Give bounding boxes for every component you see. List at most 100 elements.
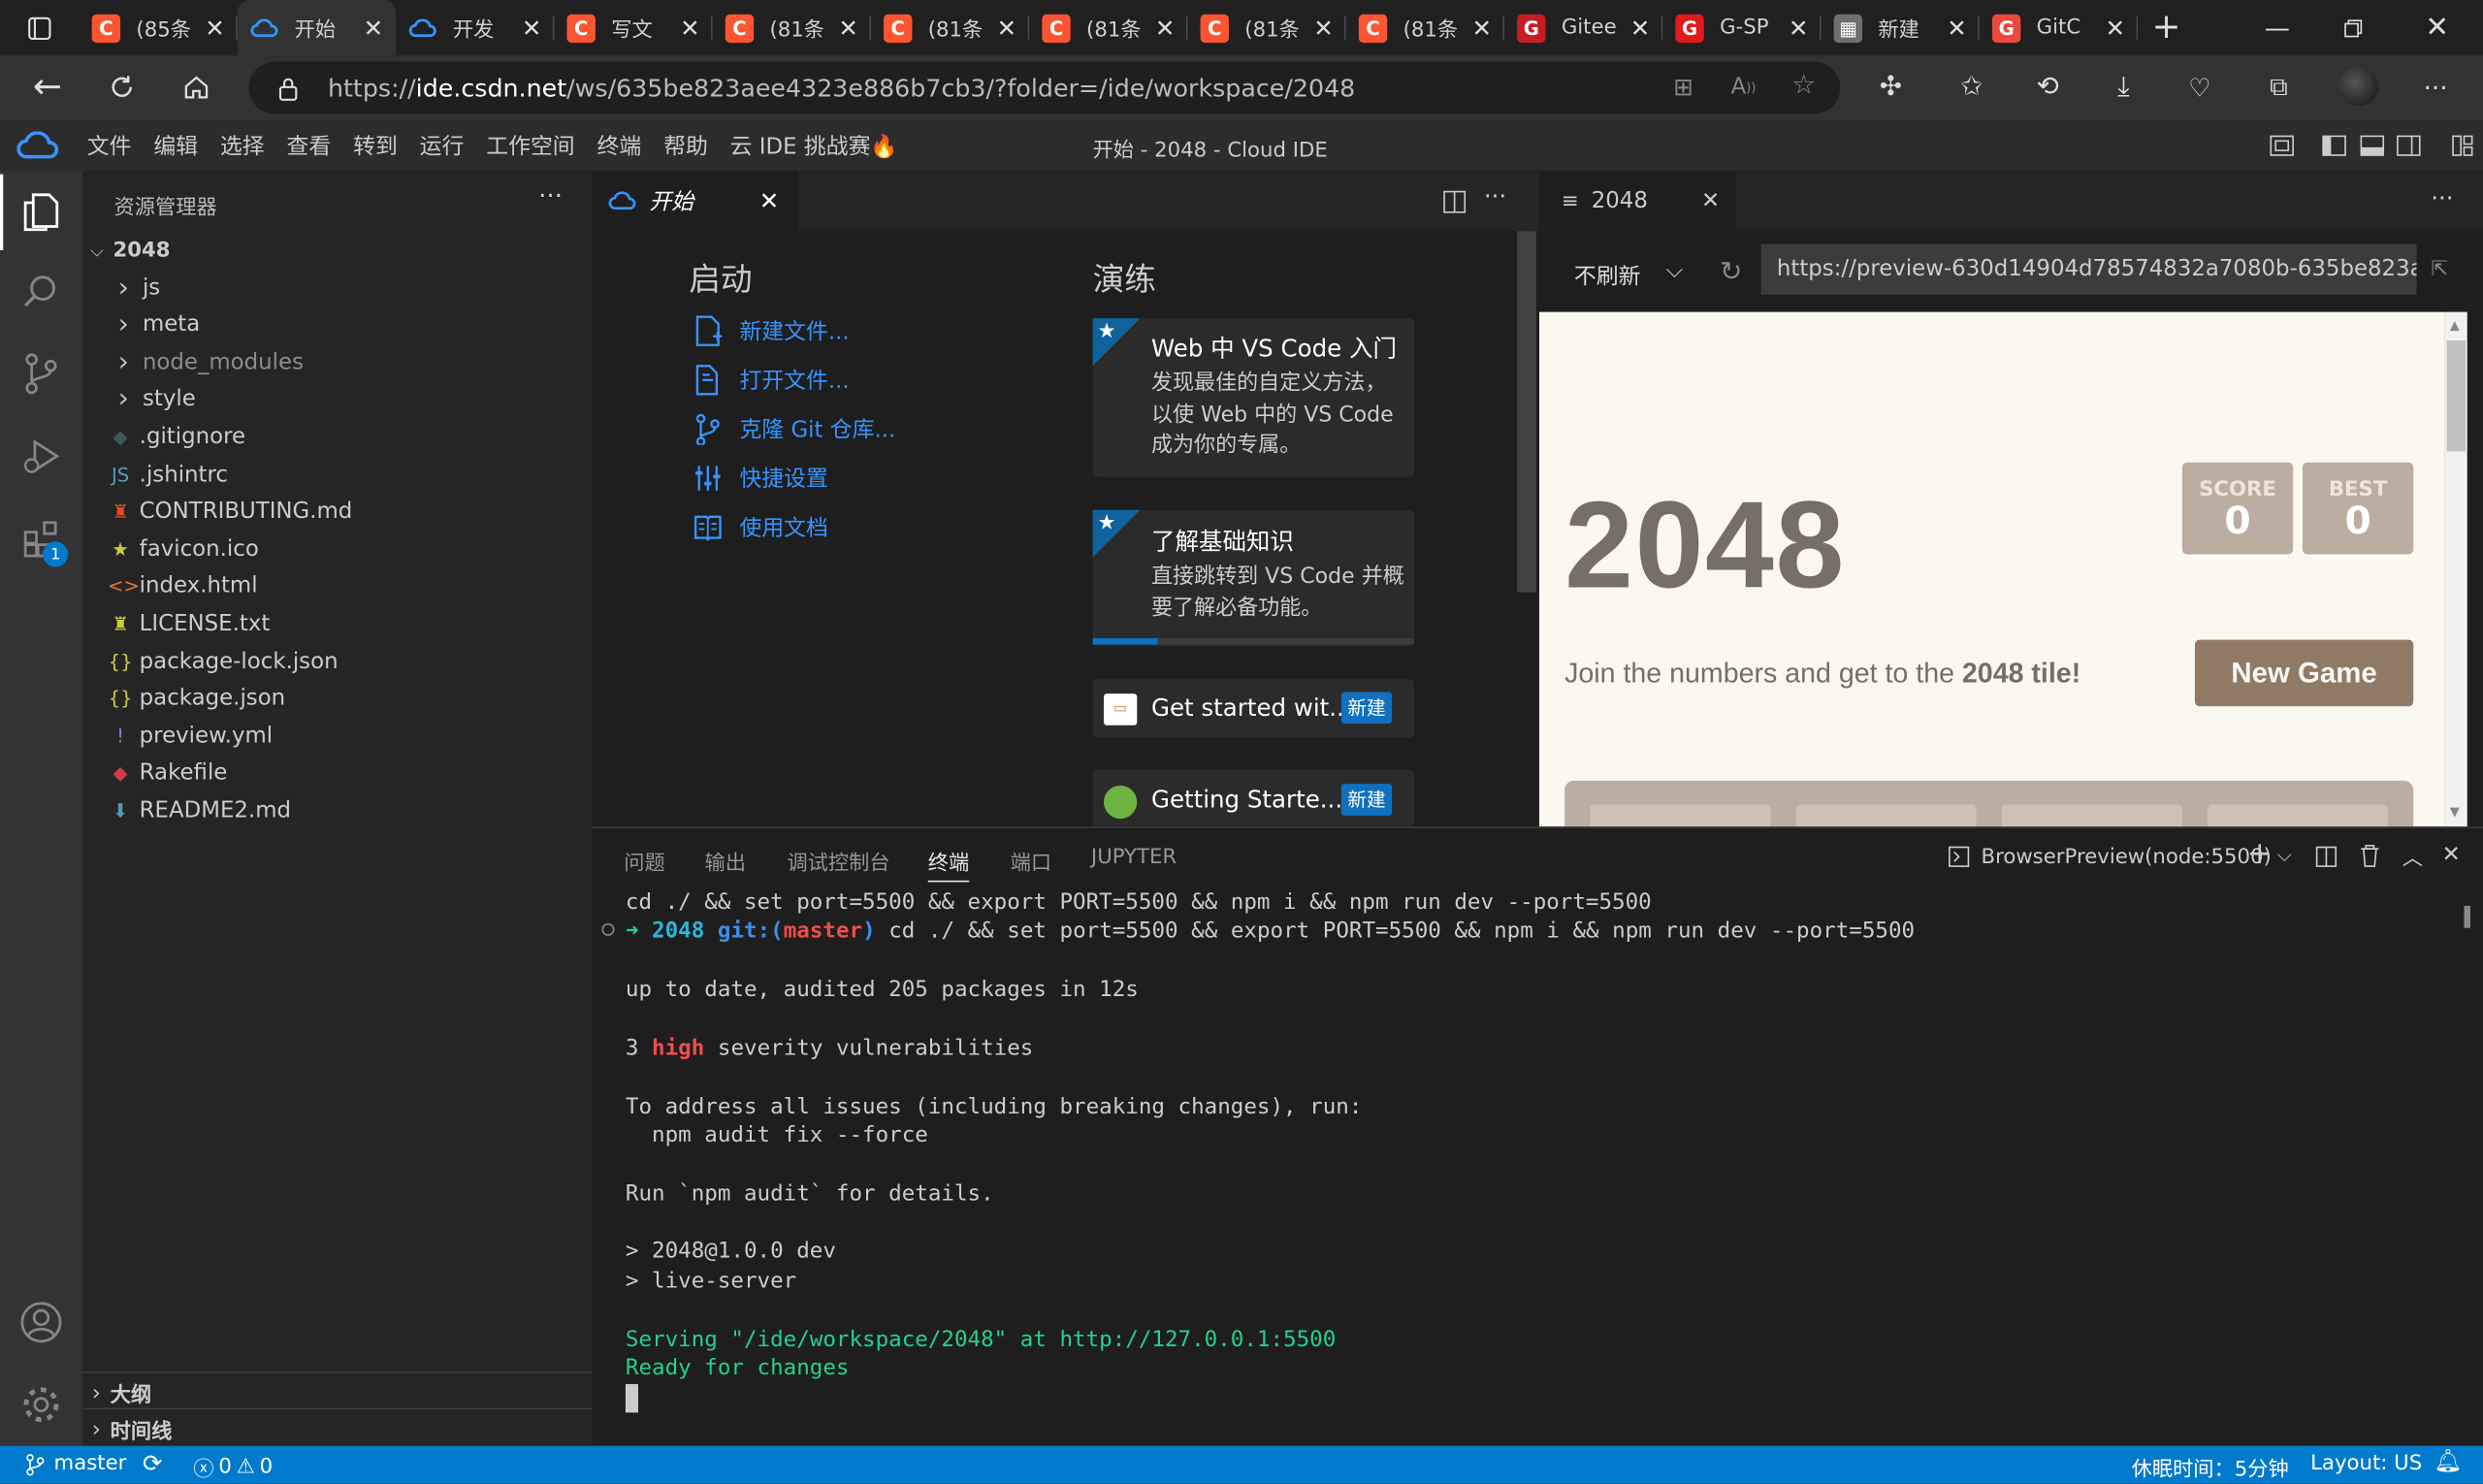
terminal-cursor[interactable] xyxy=(625,1383,638,1413)
browser-tab[interactable]: G GitC ✕ xyxy=(1980,0,2139,55)
browser-tab[interactable]: 开发 ✕ xyxy=(396,0,555,55)
refresh-mode-select[interactable]: 不刷新 xyxy=(1574,260,1641,292)
run-debug-icon[interactable] xyxy=(0,418,82,494)
performance-icon[interactable]: ♡ xyxy=(2182,70,2217,105)
tab-welcome[interactable]: 开始 ✕ xyxy=(592,171,798,232)
browser-tab[interactable]: C (81条 ✕ xyxy=(1188,0,1346,55)
explorer-more-icon[interactable]: ··· xyxy=(538,180,563,210)
trash-icon[interactable] xyxy=(2356,843,2381,868)
close-tab-icon[interactable]: ✕ xyxy=(1313,14,1334,42)
chevron-down-icon[interactable]: ⌵ xyxy=(1666,258,1683,283)
scroll-thumb[interactable] xyxy=(2446,340,2467,452)
file-tree-item[interactable]: › meta xyxy=(82,306,593,343)
file-tree-item[interactable]: › style xyxy=(82,381,593,418)
extensions-icon[interactable]: 1 xyxy=(0,500,82,576)
scroll-up-icon[interactable]: ▲ xyxy=(2450,318,2460,333)
source-control-icon[interactable] xyxy=(0,336,82,411)
problems-indicator[interactable]: ⓧ 0 ⚠ 0 xyxy=(193,1452,273,1482)
close-tab-icon[interactable]: ✕ xyxy=(838,14,858,42)
panel-tab[interactable]: 调试控制台 xyxy=(787,846,889,875)
chevron-down-icon[interactable]: ⌵ xyxy=(2277,844,2292,867)
panel-tab[interactable]: 输出 xyxy=(705,846,746,875)
browser-tab[interactable]: C (81条 ✕ xyxy=(713,0,871,55)
close-tab-icon[interactable]: ✕ xyxy=(1701,188,1720,213)
split-terminal-icon[interactable] xyxy=(2313,844,2338,869)
close-tab-icon[interactable]: ✕ xyxy=(364,14,384,42)
favorites-icon[interactable]: ✩ xyxy=(1954,70,1989,105)
timeline-section[interactable]: › 时间线 xyxy=(82,1411,593,1448)
editor-scrollbar[interactable] xyxy=(1517,231,1536,593)
close-tab-icon[interactable]: ✕ xyxy=(205,14,225,42)
start-link[interactable]: 快捷设置 xyxy=(692,463,828,495)
menu-item[interactable]: 转到 xyxy=(342,130,409,162)
close-tab-icon[interactable]: ✕ xyxy=(1789,14,1809,42)
history-icon[interactable]: ⟲ xyxy=(2030,70,2065,105)
downloads-icon[interactable]: ⤓ xyxy=(2106,70,2141,105)
outline-section[interactable]: › 大纲 xyxy=(82,1374,593,1411)
walkthrough-card-web[interactable]: ★ Web 中 VS Code 入门 发现最佳的自定义方法，以使 Web 中的 … xyxy=(1092,318,1415,477)
app-available-icon[interactable]: ⊞ xyxy=(1667,71,1699,103)
panel-tab[interactable]: JUPYTER xyxy=(1091,846,1177,869)
open-external-icon[interactable]: ⇱ xyxy=(2431,258,2448,281)
back-icon[interactable]: ← xyxy=(22,65,73,110)
close-window-icon[interactable]: ✕ xyxy=(2391,11,2483,44)
start-link[interactable]: 克隆 Git 仓库... xyxy=(692,413,895,445)
maximize-panel-icon[interactable]: ︿ xyxy=(2402,841,2423,870)
file-tree-item[interactable]: ⬇ README2.md xyxy=(82,792,593,829)
walkthrough-card-getting-started[interactable]: Getting Starte... 新建 xyxy=(1092,769,1415,827)
lock-icon[interactable] xyxy=(273,73,305,105)
collections-icon[interactable]: ⧉ xyxy=(2261,70,2296,105)
browser-tab[interactable]: G Gitee ✕ xyxy=(1504,0,1663,55)
browser-tab[interactable]: C (85条 ✕ xyxy=(80,0,238,55)
preview-more-icon[interactable]: ··· xyxy=(2431,183,2453,211)
scroll-down-icon[interactable]: ▼ xyxy=(2450,804,2460,819)
browser-tab[interactable]: C (81条 ✕ xyxy=(1029,0,1188,55)
menu-item[interactable]: 终端 xyxy=(586,130,653,162)
close-tab-icon[interactable]: ✕ xyxy=(1155,14,1176,42)
browser-tab[interactable]: C (81条 ✕ xyxy=(871,0,1030,55)
search-icon[interactable] xyxy=(0,253,82,329)
start-link[interactable]: 使用文档 xyxy=(692,511,828,543)
menu-item[interactable]: 编辑 xyxy=(143,130,210,162)
editor-more-icon[interactable]: ··· xyxy=(1484,182,1506,210)
browser-tab[interactable]: G G-SP ✕ xyxy=(1662,0,1822,55)
layout-grid-icon[interactable] xyxy=(2447,132,2479,160)
file-tree-item[interactable]: ◆ .gitignore xyxy=(82,419,593,456)
file-tree-item[interactable]: {} package.json xyxy=(82,680,593,717)
toggle-secondary-sidebar-icon[interactable] xyxy=(2393,132,2425,160)
terminal-selector[interactable]: BrowserPreview(node:5500) xyxy=(1982,846,2272,869)
settings-more-icon[interactable]: ··· xyxy=(2417,70,2455,105)
close-tab-icon[interactable]: ✕ xyxy=(1630,14,1651,42)
close-tab-icon[interactable]: ✕ xyxy=(522,14,542,42)
minimize-icon[interactable]: — xyxy=(2240,13,2315,43)
explorer-icon[interactable] xyxy=(0,175,82,250)
sync-icon[interactable]: ⟳ xyxy=(143,1449,163,1477)
browser-tab[interactable]: ▦ 新建 ✕ xyxy=(1822,0,1980,55)
close-tab-icon[interactable]: ✕ xyxy=(1947,14,1967,42)
file-tree-item[interactable]: ♜ CONTRIBUTING.md xyxy=(82,494,593,531)
notifications-bell-icon[interactable]: 🔔︎ xyxy=(2434,1449,2462,1474)
close-tab-icon[interactable]: ✕ xyxy=(2106,14,2126,42)
file-tree-item[interactable]: {} package-lock.json xyxy=(82,643,593,680)
toggle-panel-icon[interactable] xyxy=(2356,132,2388,160)
menu-item[interactable]: 帮助 xyxy=(653,130,720,162)
browser-tab[interactable]: C (81条 ✕ xyxy=(1346,0,1505,55)
walkthrough-card-get-started[interactable]: ▭ Get started wit... 新建 xyxy=(1092,679,1415,738)
close-panel-icon[interactable]: ✕ xyxy=(2442,843,2461,868)
preview-scrollbar[interactable]: ▲ ▼ xyxy=(2444,311,2467,827)
menu-item[interactable]: 选择 xyxy=(210,130,276,162)
file-tree-item[interactable]: ♜ LICENSE.txt xyxy=(82,605,593,642)
preview-url-input[interactable]: https://preview-630d14904d78574832a7080b… xyxy=(1760,243,2417,295)
browser-tab[interactable]: 开始 ✕ xyxy=(237,0,397,56)
menu-item[interactable]: 工作空间 xyxy=(475,130,586,162)
extensions-puzzle-icon[interactable]: ✣ xyxy=(1873,70,1908,105)
tab-actions-icon[interactable] xyxy=(0,0,80,55)
menu-item[interactable]: 文件 xyxy=(76,130,143,162)
file-tree-item[interactable]: › js xyxy=(82,270,593,306)
close-tab-icon[interactable]: ✕ xyxy=(680,14,700,42)
file-tree-item[interactable]: ★ favicon.ico xyxy=(82,531,593,567)
start-link[interactable]: 打开文件... xyxy=(692,365,850,397)
customize-layout-icon[interactable] xyxy=(2266,132,2298,160)
new-tab-plus-icon[interactable]: + xyxy=(2138,0,2195,55)
restore-icon[interactable] xyxy=(2315,18,2391,38)
